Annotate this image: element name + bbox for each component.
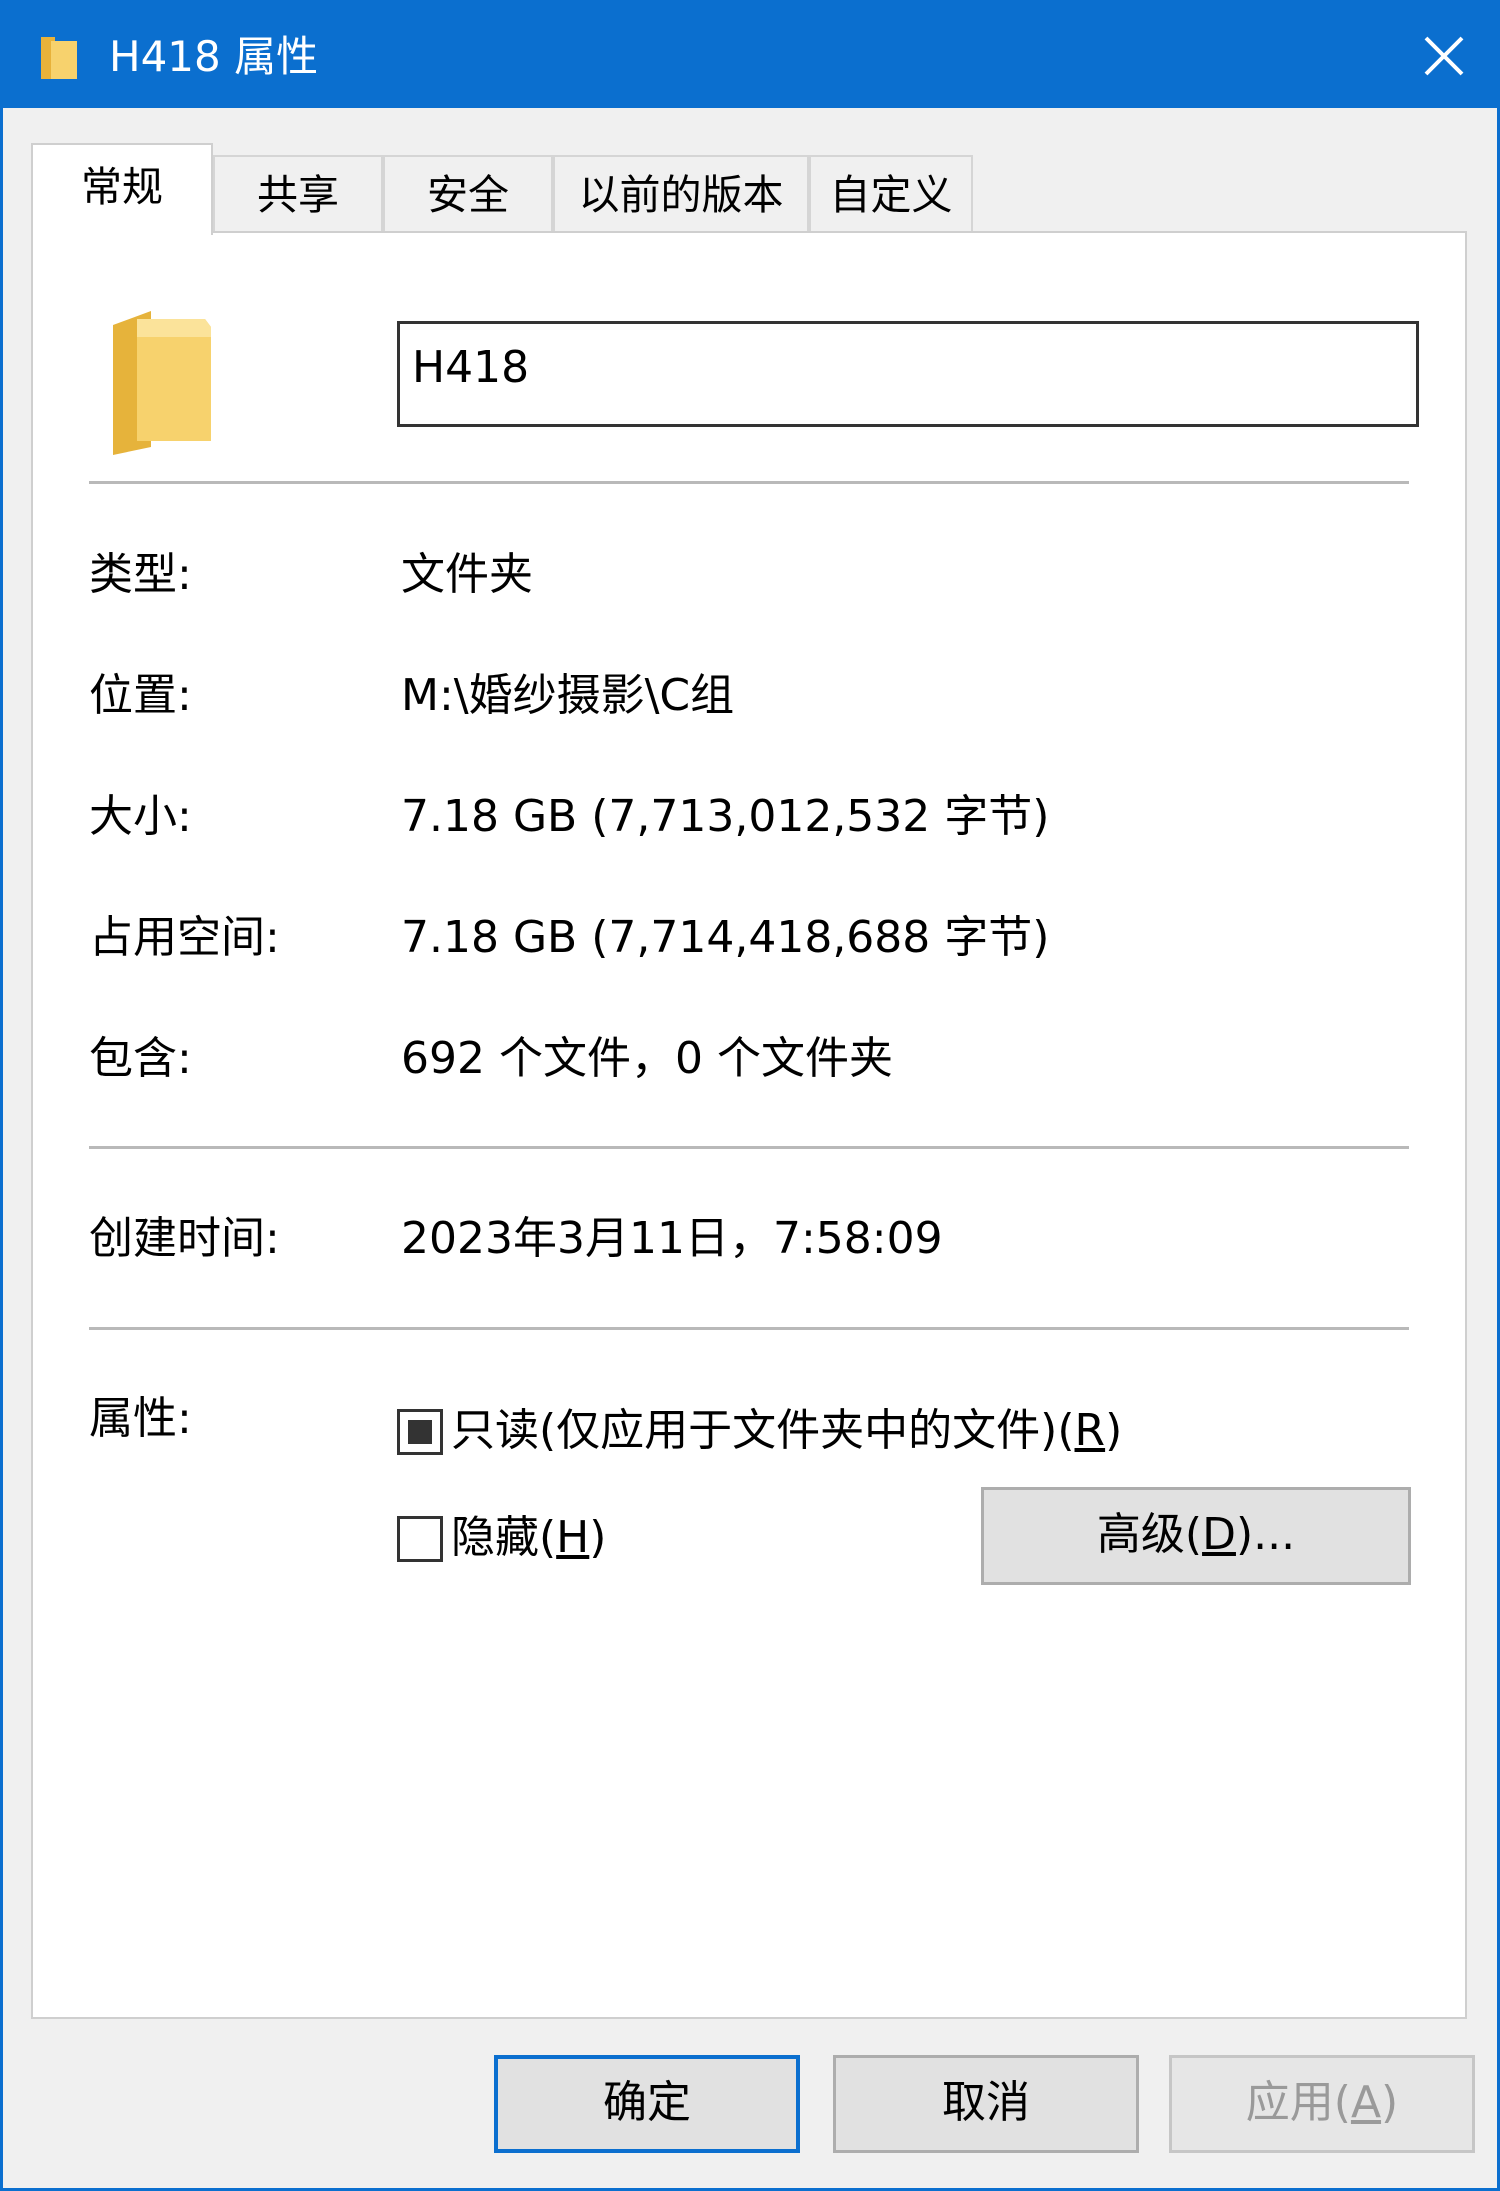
type-value: 文件夹 bbox=[401, 549, 533, 600]
general-panel: H418 类型: 文件夹 位置: M:\婚纱摄影\C组 大小: 7.18 GB … bbox=[31, 231, 1467, 2019]
separator bbox=[89, 1327, 1409, 1330]
separator bbox=[89, 481, 1409, 484]
properties-dialog: H418 属性 常规 共享 安全 以前的版本 自定义 H418 类型: 文件夹 … bbox=[0, 0, 1500, 2191]
tab-general[interactable]: 常规 bbox=[31, 143, 213, 235]
tab-sharing[interactable]: 共享 bbox=[213, 155, 383, 233]
type-label: 类型: bbox=[89, 549, 192, 600]
close-button[interactable] bbox=[1409, 21, 1479, 91]
size-on-disk-label: 占用空间: bbox=[89, 912, 280, 963]
hidden-label[interactable]: 隐藏(H) bbox=[451, 1508, 606, 1568]
advanced-button[interactable]: 高级(D)... bbox=[981, 1487, 1411, 1585]
attributes-label: 属性: bbox=[89, 1393, 192, 1444]
title-bar[interactable]: H418 属性 bbox=[3, 3, 1497, 108]
folder-icon bbox=[41, 37, 77, 79]
tab-bar: 常规 共享 安全 以前的版本 自定义 bbox=[31, 143, 1471, 235]
folder-name-input[interactable]: H418 bbox=[397, 321, 1419, 427]
ok-button[interactable]: 确定 bbox=[494, 2055, 800, 2153]
tab-previous-versions[interactable]: 以前的版本 bbox=[553, 155, 809, 233]
tab-customize[interactable]: 自定义 bbox=[809, 155, 973, 233]
location-label: 位置: bbox=[89, 670, 192, 721]
size-label: 大小: bbox=[89, 791, 192, 842]
cancel-button[interactable]: 取消 bbox=[833, 2055, 1139, 2153]
folder-icon bbox=[113, 311, 211, 455]
tab-security[interactable]: 安全 bbox=[383, 155, 553, 233]
contains-label: 包含: bbox=[89, 1033, 192, 1084]
created-label: 创建时间: bbox=[89, 1213, 280, 1264]
window-title: H418 属性 bbox=[109, 32, 319, 81]
size-value: 7.18 GB (7,713,012,532 字节) bbox=[401, 791, 1050, 842]
contains-value: 692 个文件，0 个文件夹 bbox=[401, 1033, 893, 1084]
separator bbox=[89, 1146, 1409, 1149]
close-icon bbox=[1424, 36, 1464, 76]
size-on-disk-value: 7.18 GB (7,714,418,688 字节) bbox=[401, 912, 1050, 963]
hidden-checkbox[interactable] bbox=[397, 1516, 443, 1562]
location-value: M:\婚纱摄影\C组 bbox=[401, 670, 735, 721]
created-value: 2023年3月11日，7:58:09 bbox=[401, 1213, 943, 1264]
readonly-label[interactable]: 只读(仅应用于文件夹中的文件)(R) bbox=[451, 1401, 1122, 1461]
readonly-checkbox[interactable] bbox=[397, 1409, 443, 1455]
apply-button[interactable]: 应用(A) bbox=[1169, 2055, 1475, 2153]
